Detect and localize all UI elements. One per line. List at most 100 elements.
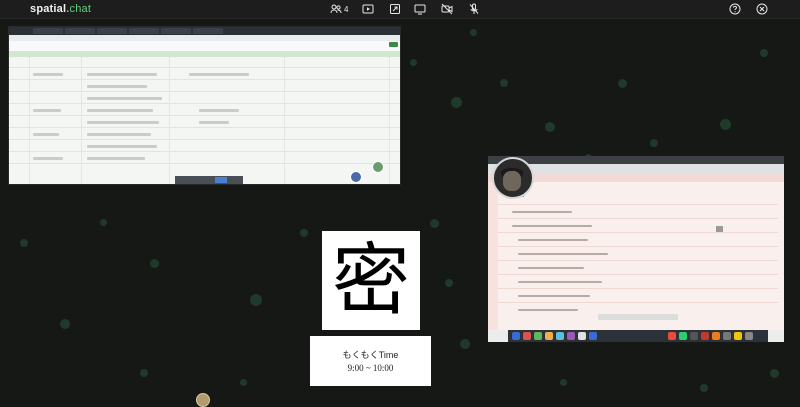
dock-app-icon [723,332,731,340]
column-line [284,57,285,184]
text-line [518,281,602,283]
background-dot [240,379,247,386]
self-avatar[interactable] [196,393,210,407]
cell-content [33,133,59,136]
row-line [9,115,400,116]
dock-app-icon [578,332,586,340]
side-panel [488,182,498,330]
text-line [512,225,592,227]
text-line [518,267,584,269]
background-dot [460,339,470,349]
column-line [81,57,82,184]
dock-app-icon [589,332,597,340]
row-line [498,302,778,303]
share-badge [389,42,398,47]
text-line [598,314,678,320]
text-line [518,295,590,297]
dock-app-icon [556,332,564,340]
dock-app-icon [668,332,676,340]
background-dot [470,29,477,36]
help-icon [729,3,741,15]
cell-content [199,109,239,112]
browser-tab [193,28,223,34]
row-line [9,127,400,128]
row-line [498,274,778,275]
browser-tab-bar [9,27,400,35]
row-line [498,232,778,233]
cell-content [87,157,145,160]
background-dot [650,139,658,147]
dock [508,330,768,342]
dock-app-icon [745,332,753,340]
help-button[interactable] [729,3,741,15]
active-sheet-tab [215,177,227,183]
browser-tab [97,28,127,34]
dock-app-icon [512,332,520,340]
user-video-face [503,171,521,191]
row-line [498,288,778,289]
text-line [512,211,572,213]
sign-character: 密 [331,235,410,326]
background-dot [445,279,453,287]
cell-content [87,73,157,76]
row-line [9,79,400,80]
dock-app-icon [734,332,742,340]
shared-screen-spreadsheet[interactable] [9,27,400,184]
participants-count: 4 [344,4,349,14]
background-dot [500,79,508,87]
play-icon [362,4,374,14]
background-dot [20,239,28,247]
event-title: もくもくTime [342,349,399,360]
background-dot [430,219,439,228]
mic-toggle-button[interactable] [468,3,480,15]
cell-content [199,121,229,124]
app-logo: spatial.chat [30,3,92,15]
row-line [498,218,778,219]
window-titlebar [488,156,784,164]
exit-icon [756,3,768,15]
dock-app-icon [701,332,709,340]
viewer-avatar [350,171,362,183]
user-video-bubble[interactable] [492,157,534,199]
background-dot [60,319,70,329]
background-dot [250,294,262,306]
column-line [29,57,30,184]
participants-button[interactable]: 4 [330,3,348,15]
dock-app-icon [679,332,687,340]
exit-button[interactable] [756,3,768,15]
event-card: もくもくTime 9:00 ~ 10:00 [310,336,431,386]
media-button[interactable] [362,3,374,15]
dock-app-icon [545,332,553,340]
event-time: 9:00 ~ 10:00 [347,362,394,373]
background-dot [150,259,159,268]
background-dot [300,229,308,237]
row-line [9,91,400,92]
cell-content [87,97,162,100]
cell-content [87,121,159,124]
background-dot [140,369,148,377]
dock-app-icon [712,332,720,340]
row-line [498,260,778,261]
background-dot [545,122,555,132]
row-line [498,246,778,247]
cell-content [87,133,151,136]
row-line [9,139,400,140]
cell-content [87,109,153,112]
sign-board: 密 [322,231,420,330]
cell-content [189,73,249,76]
screen-share-button[interactable] [414,3,426,15]
cell-content [33,157,63,160]
row-line [9,163,400,164]
background-dot [618,79,627,88]
sheet-tabs [175,176,243,184]
background-dot [560,379,567,386]
background-dot [720,119,731,130]
background-dot [451,97,462,108]
text-line [518,253,608,255]
share-link-button[interactable] [389,3,401,15]
camera-toggle-button[interactable] [441,3,453,15]
background-dot [700,384,708,392]
row-line [9,151,400,152]
cell-content [33,73,63,76]
row-line [9,103,400,104]
